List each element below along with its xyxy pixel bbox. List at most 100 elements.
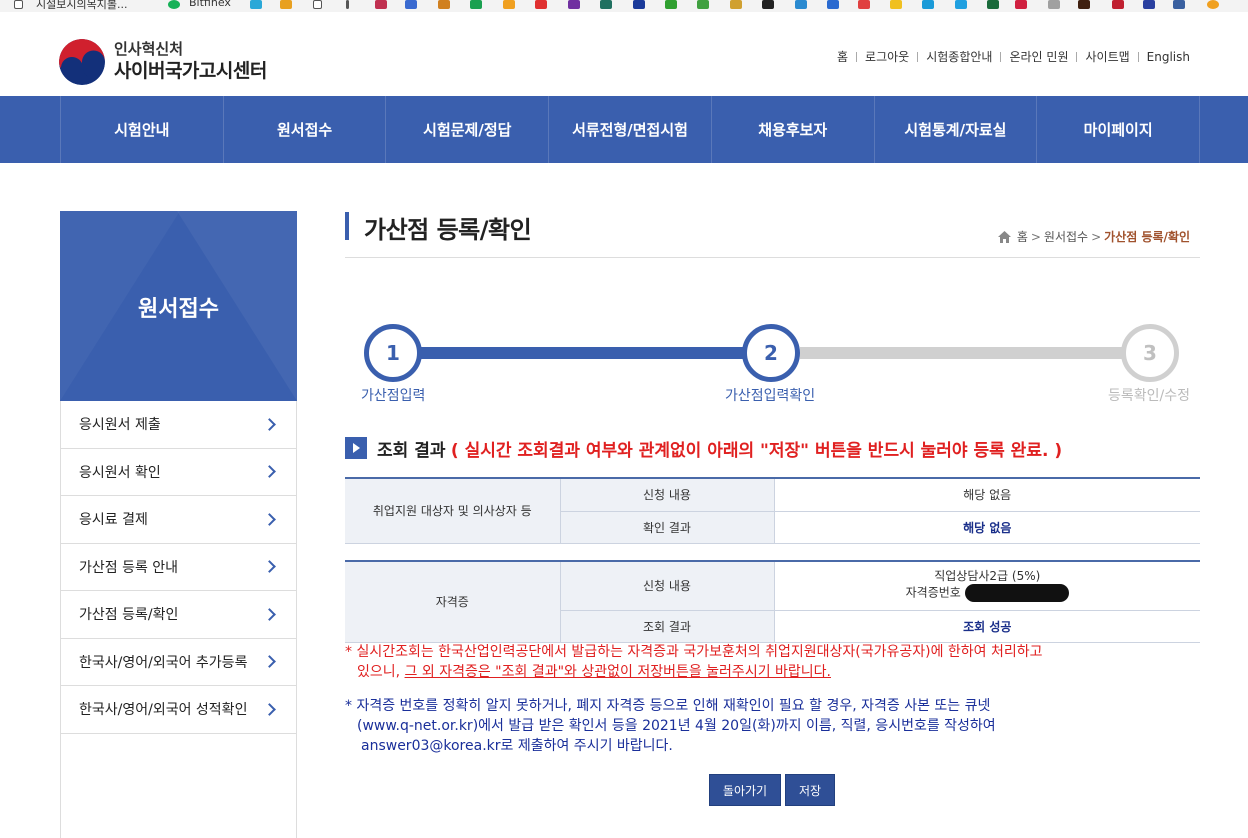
bookmark-icon[interactable]	[827, 0, 839, 9]
bookmark-icon[interactable]	[250, 0, 262, 9]
bookmark-icon[interactable]	[987, 0, 999, 9]
sidebar-item-bonus-guide[interactable]: 가산점 등록 안내	[61, 544, 296, 591]
save-button[interactable]: 저장	[785, 774, 835, 806]
util-link-exam-info[interactable]: 시험종합안내	[926, 48, 992, 65]
divider	[856, 51, 858, 62]
home-icon[interactable]	[997, 230, 1011, 243]
step-1-label: 가산점입력	[361, 388, 426, 404]
bookmark-icon[interactable]	[535, 0, 547, 9]
play-icon	[345, 437, 367, 459]
nav-item-document-interview[interactable]: 서류전형/면접시험	[549, 96, 712, 163]
bookmark-icon[interactable]	[665, 0, 677, 9]
sidebar-item-label: 가산점 등록 안내	[79, 559, 179, 576]
step-progress-complete	[420, 347, 745, 359]
sidebar-item-check-application[interactable]: 응시원서 확인	[61, 449, 296, 496]
sidebar-header: 원서접수	[60, 211, 297, 401]
table-row-label: 신청 내용	[560, 478, 775, 512]
nav-item-application[interactable]: 원서접수	[224, 96, 387, 163]
sidebar-item-label: 한국사/영어/외국어 추가등록	[79, 654, 248, 671]
sidebar-item-submit-application[interactable]: 응시원서 제출	[61, 401, 296, 449]
bookmark-icon[interactable]	[1078, 0, 1090, 9]
sidebar-menu: 응시원서 제출 응시원서 확인 응시료 결제 가산점 등록 안내 가산점 등록/…	[60, 401, 297, 838]
bookmark-item[interactable]: 시설보시의목지볼...	[36, 0, 127, 11]
bookmark-icon[interactable]	[1015, 0, 1027, 9]
breadcrumb: 홈 > 원서접수 > 가산점 등록/확인	[997, 228, 1190, 245]
step-3-label: 등록확인/수정	[1108, 388, 1190, 404]
chevron-right-icon	[263, 512, 276, 526]
nav-item-candidates[interactable]: 채용후보자	[712, 96, 875, 163]
nav-item-statistics[interactable]: 시험통계/자료실	[875, 96, 1038, 163]
bonus-table-veterans: 취업지원 대상자 및 의사상자 등 신청 내용 해당 없음 확인 결과 해당 없…	[345, 477, 1200, 544]
bookmark-icon[interactable]	[730, 0, 742, 9]
nav-item-questions-answers[interactable]: 시험문제/정답	[386, 96, 550, 163]
sidebar-item-label: 한국사/영어/외국어 성적확인	[79, 702, 248, 719]
util-link-online-service[interactable]: 온라인 민원	[1009, 48, 1068, 65]
bookmarks-bar: 시설보시의목지볼... Bitfinex	[0, 0, 1248, 12]
util-link-home[interactable]: 홈	[837, 48, 848, 65]
bookmark-icon[interactable]	[890, 0, 902, 9]
breadcrumb-home[interactable]: 홈	[1017, 228, 1028, 245]
nav-item-mypage[interactable]: 마이페이지	[1037, 96, 1201, 163]
bitfinex-icon	[168, 0, 180, 9]
redacted-block	[964, 584, 1069, 603]
sidebar-item-label: 응시료 결제	[79, 512, 148, 529]
bookmark-icon[interactable]	[375, 0, 387, 9]
chevron-right-icon	[263, 702, 276, 716]
certificate-name: 직업상담사2급 (5%)	[934, 569, 1041, 584]
bookmark-icon[interactable]	[1173, 0, 1185, 9]
sidebar-item-bonus-register[interactable]: 가산점 등록/확인	[61, 591, 296, 639]
table-cell-request: 직업상담사2급 (5%) 자격증번호	[774, 561, 1200, 611]
sidebar-item-label: 가산점 등록/확인	[79, 607, 179, 624]
util-link-logout[interactable]: 로그아웃	[865, 48, 909, 65]
bookmark-icon[interactable]	[1112, 0, 1124, 9]
bookmark-icon[interactable]	[280, 0, 292, 9]
bookmark-icon[interactable]	[470, 0, 482, 9]
sidebar-item-language-register[interactable]: 한국사/영어/외국어 추가등록	[61, 639, 296, 686]
site-header: 인사혁신처 사이버국가고시센터 홈 로그아웃 시험종합안내 온라인 민원 사이트…	[0, 12, 1248, 96]
sidebar-item-language-scores[interactable]: 한국사/영어/외국어 성적확인	[61, 686, 296, 734]
bookmark-icon[interactable]	[955, 0, 967, 9]
util-link-sitemap[interactable]: 사이트맵	[1085, 48, 1129, 65]
site-name[interactable]: 사이버국가고시센터	[114, 56, 267, 83]
back-button[interactable]: 돌아가기	[709, 774, 781, 806]
bookmark-icon[interactable]	[1207, 0, 1219, 9]
bookmark-item[interactable]: Bitfinex	[189, 0, 231, 10]
government-logo-icon[interactable]	[59, 39, 105, 85]
nav-item-exam-guide[interactable]: 시험안내	[61, 96, 224, 163]
table-cell-result: 조회 성공	[774, 610, 1200, 643]
bookmark-icon[interactable]	[600, 0, 612, 9]
table-cell-result: 해당 없음	[774, 511, 1200, 544]
bookmark-icon[interactable]	[762, 0, 774, 9]
table-category: 자격증	[345, 561, 561, 643]
util-link-english[interactable]: English	[1147, 50, 1190, 64]
bookmark-icon[interactable]	[1143, 0, 1155, 9]
bookmark-icon[interactable]	[568, 0, 580, 9]
breadcrumb-current: 가산점 등록/확인	[1104, 230, 1190, 244]
sidebar-item-label: 응시원서 제출	[79, 417, 161, 434]
step-1-circle: 1	[364, 324, 422, 382]
bookmark-icon[interactable]	[1048, 0, 1060, 9]
step-progress-pending	[800, 347, 1122, 359]
table-row-label: 신청 내용	[560, 561, 775, 611]
breadcrumb-parent[interactable]: 원서접수	[1044, 228, 1088, 245]
result-label: 조회 결과	[377, 441, 446, 461]
bookmark-icon[interactable]	[438, 0, 450, 9]
bookmark-icon[interactable]	[503, 0, 515, 9]
table-row-label: 확인 결과	[560, 511, 775, 544]
bookmark-icon[interactable]	[922, 0, 934, 9]
chevron-right-icon	[263, 417, 276, 431]
chevron-right-icon: >	[1091, 229, 1102, 244]
sidebar-item-payment[interactable]: 응시료 결제	[61, 496, 296, 544]
bookmark-icon[interactable]	[858, 0, 870, 9]
bookmark-icon[interactable]	[697, 0, 709, 9]
divider	[345, 257, 1200, 258]
bookmark-icon[interactable]	[633, 0, 645, 9]
table-row-label: 조회 결과	[560, 610, 775, 643]
bookmark-icon[interactable]	[346, 0, 349, 9]
bookmark-icon[interactable]	[313, 0, 322, 9]
notice-line: * 자격증 번호를 정확히 알지 못하거나, 폐지 자격증 등으로 인해 재확인…	[345, 698, 991, 714]
notice-line: (www.q-net.or.kr)에서 발급 받은 확인서 등을 2021년 4…	[357, 718, 996, 734]
bookmark-icon[interactable]	[795, 0, 807, 9]
page-icon	[14, 0, 23, 9]
bookmark-icon[interactable]	[405, 0, 417, 9]
